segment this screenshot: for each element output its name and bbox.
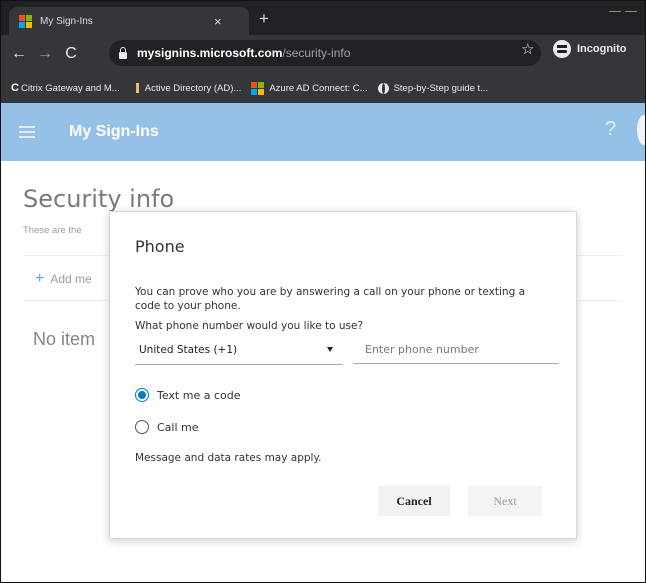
browser-navbar: ← → C mysignins.microsoft.com/security-i… [1, 35, 645, 73]
option-label: Call me [157, 420, 199, 434]
microsoft-icon [251, 81, 265, 95]
tab-close-icon[interactable]: × [214, 14, 222, 29]
screenshot-frame: My Sign-Ins × + ← → C mysignins.microsof… [0, 0, 646, 583]
dialog-question: What phone number would you like to use? [135, 320, 364, 332]
next-button[interactable]: Next [468, 486, 542, 516]
address-bar[interactable]: mysignins.microsoft.com/security-info [109, 40, 541, 66]
option-label: Text me a code [157, 388, 241, 402]
url-text: mysignins.microsoft.com/security-info [137, 46, 350, 60]
browser-tabstrip: My Sign-Ins × + [1, 1, 645, 35]
bookmark-label: Citrix Gateway and M... [21, 82, 120, 94]
bookmark-citrix[interactable]: C Citrix Gateway and M... [11, 82, 120, 94]
phone-dialog: Phone You can prove who you are by answe… [109, 211, 577, 539]
bookmark-label: Azure AD Connect: C... [269, 82, 368, 94]
back-icon[interactable]: ← [11, 45, 27, 63]
bookmark-azure-ad-connect[interactable]: Azure AD Connect: C... [251, 81, 368, 95]
country-code-select[interactable]: United States (+1) [135, 336, 343, 365]
incognito-indicator[interactable]: Incognito [553, 40, 627, 58]
option-call-me[interactable]: Call me [135, 420, 199, 434]
bookmark-label: Step-by-Step guide t... [393, 82, 489, 94]
microsoft-logo-icon [19, 14, 32, 28]
bookmarks-bar: C Citrix Gateway and M... Active Directo… [1, 73, 645, 103]
new-tab-icon[interactable]: + [259, 9, 269, 29]
browser-tab[interactable]: My Sign-Ins × [9, 7, 249, 35]
country-code-value: United States (+1) [139, 344, 238, 356]
reload-icon[interactable]: C [63, 45, 79, 63]
radio-selected-icon[interactable] [135, 388, 149, 402]
dropdown-caret-icon [327, 347, 333, 352]
globe-icon [377, 82, 389, 94]
dialog-description: You can prove who you are by answering a… [135, 286, 526, 312]
forward-icon[interactable]: → [37, 45, 53, 63]
dialog-title: Phone [135, 237, 185, 256]
citrix-icon: C [11, 82, 19, 94]
phone-number-input[interactable] [353, 336, 559, 364]
incognito-label: Incognito [577, 43, 627, 55]
bookmark-step-by-step[interactable]: Step-by-Step guide t... [377, 82, 489, 94]
bookmark-label: Active Directory (AD)... [144, 82, 242, 94]
incognito-icon [553, 40, 571, 58]
option-text-me-a-code[interactable]: Text me a code [135, 388, 241, 402]
bookmark-star-icon[interactable]: ☆ [521, 40, 534, 58]
url-host: mysignins.microsoft.com [137, 46, 283, 60]
cancel-button[interactable]: Cancel [378, 486, 450, 516]
tab-title: My Sign-Ins [40, 15, 93, 27]
url-path: /security-info [282, 46, 351, 60]
radio-unselected-icon[interactable] [135, 420, 149, 434]
lock-icon [119, 46, 127, 59]
folder-icon [135, 83, 139, 93]
rates-note: Message and data rates may apply. [135, 452, 322, 464]
bookmark-active-directory[interactable]: Active Directory (AD)... [130, 82, 242, 94]
window-controls[interactable] [609, 3, 637, 12]
